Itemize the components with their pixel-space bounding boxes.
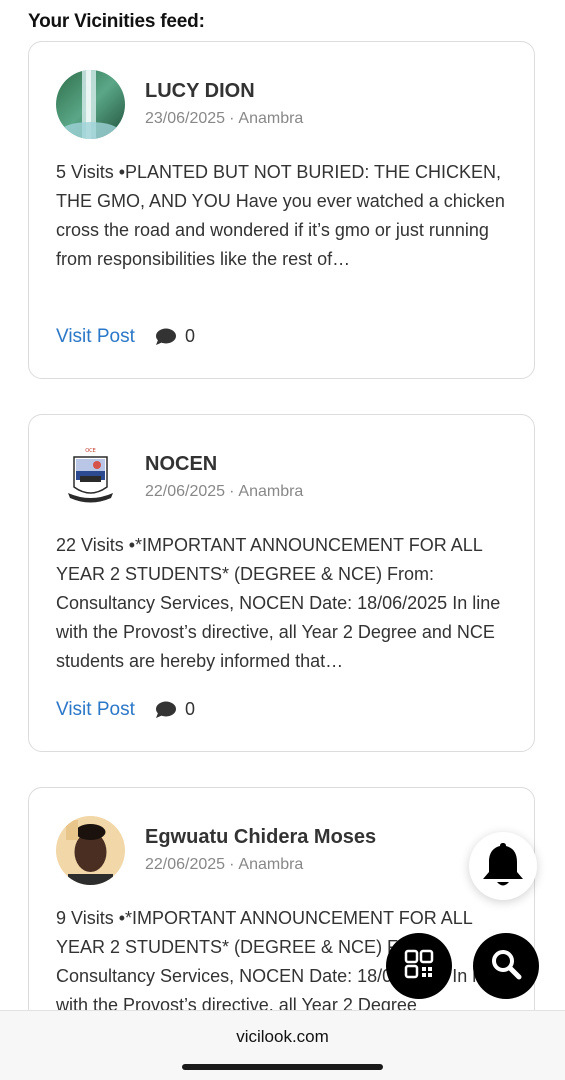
post-meta: 22/06/2025 · Anambra — [145, 856, 303, 874]
comment-count[interactable]: 0 — [155, 326, 195, 347]
comment-count-value: 0 — [185, 326, 196, 346]
author-name[interactable]: NOCEN — [145, 453, 217, 476]
qr-code-icon — [404, 949, 434, 984]
post-date: 22/06/2025 — [145, 483, 226, 500]
notifications-button[interactable] — [469, 832, 537, 900]
author-avatar[interactable] — [56, 70, 125, 139]
author-name[interactable]: Egwuatu Chidera Moses — [145, 826, 376, 849]
search-icon — [490, 948, 522, 985]
meta-separator: · — [229, 110, 235, 127]
post-card: OCE NOCEN 22/06/2025 · Anambra 22 Visits •… — [28, 414, 535, 752]
svg-text:OCE: OCE — [85, 448, 96, 454]
comment-icon — [155, 701, 177, 719]
visit-post-link[interactable]: Visit Post — [56, 326, 135, 348]
author-name[interactable]: LUCY DION — [145, 80, 255, 103]
meta-separator: · — [229, 483, 235, 500]
home-indicator[interactable] — [182, 1064, 383, 1070]
comment-count-value: 0 — [185, 699, 196, 719]
qr-code-button[interactable] — [386, 933, 452, 999]
meta-separator: · — [229, 856, 235, 873]
browser-url[interactable]: vicilook.com — [0, 1027, 565, 1047]
post-location: Anambra — [238, 856, 304, 873]
post-meta: 23/06/2025 · Anambra — [145, 110, 303, 128]
post-date: 22/06/2025 — [145, 856, 226, 873]
visit-post-link[interactable]: Visit Post — [56, 699, 135, 721]
post-card: LUCY DION 23/06/2025 · Anambra 5 Visits •P… — [28, 41, 535, 379]
post-excerpt: 5 Visits •PLANTED BUT NOT BURIED: THE CH… — [56, 162, 505, 269]
browser-address-bar[interactable]: vicilook.com — [0, 1010, 565, 1080]
post-meta: 22/06/2025 · Anambra — [145, 483, 303, 501]
post-excerpt: 22 Visits •*IMPORTANT ANNOUNCEMENT FOR A… — [56, 535, 501, 671]
search-button[interactable] — [473, 933, 539, 999]
comment-count[interactable]: 0 — [155, 699, 195, 720]
post-location: Anambra — [238, 110, 304, 127]
post-date: 23/06/2025 — [145, 110, 226, 127]
author-avatar[interactable] — [56, 816, 125, 885]
feed-page: Your Vicinities feed: LUCY DION 23/06/20… — [0, 0, 565, 1080]
bell-icon — [479, 839, 527, 894]
post-location: Anambra — [238, 483, 304, 500]
comment-icon — [155, 328, 177, 346]
feed-heading: Your Vicinities feed: — [28, 11, 205, 32]
author-avatar[interactable]: OCE — [56, 443, 125, 512]
